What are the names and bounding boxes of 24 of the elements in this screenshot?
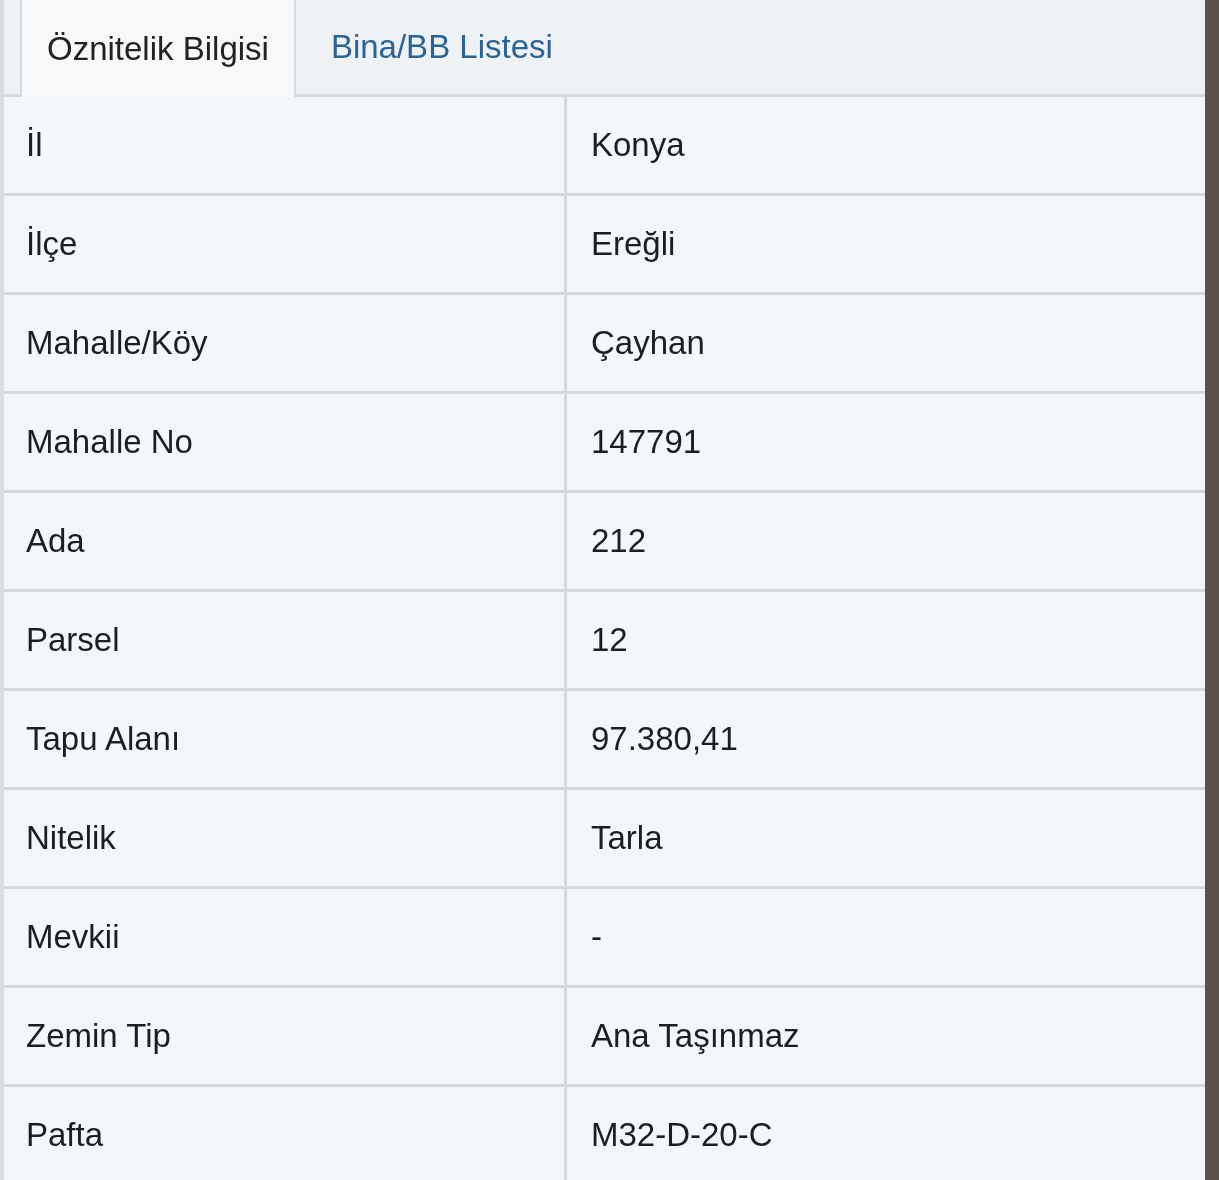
table-cell: Nitelik [4,790,567,886]
table-cell: Mahalle/Köy [4,295,567,391]
table-cell: Çayhan [567,295,1205,391]
table-cell: Mahalle No [4,394,567,490]
table-cell: Konya [567,97,1205,193]
table-cell: Tarla [567,790,1205,886]
table-cell: Ada [4,493,567,589]
table-cell: - [567,889,1205,985]
table-cell: 12 [567,592,1205,688]
table-cell: Ana Taşınmaz [567,988,1205,1084]
table-cell: M32-D-20-C [567,1087,1205,1180]
table-cell: 212 [567,493,1205,589]
table-cell: Tapu Alanı [4,691,567,787]
table-cell: İlçe [4,196,567,292]
table-cell: İl [4,97,567,193]
tab[interactable]: Öznitelik Bilgisi [20,0,296,97]
table-cell: Zemin Tip [4,988,567,1084]
table-cell: 97.380,41 [567,691,1205,787]
tab[interactable]: Bina/BB Listesi [295,0,588,94]
table-cell: Mevkii [4,889,567,985]
table-cell: 147791 [567,394,1205,490]
table-cell: Pafta [4,1087,567,1180]
table-cell: Ereğli [567,196,1205,292]
table-cell: Parsel [4,592,567,688]
